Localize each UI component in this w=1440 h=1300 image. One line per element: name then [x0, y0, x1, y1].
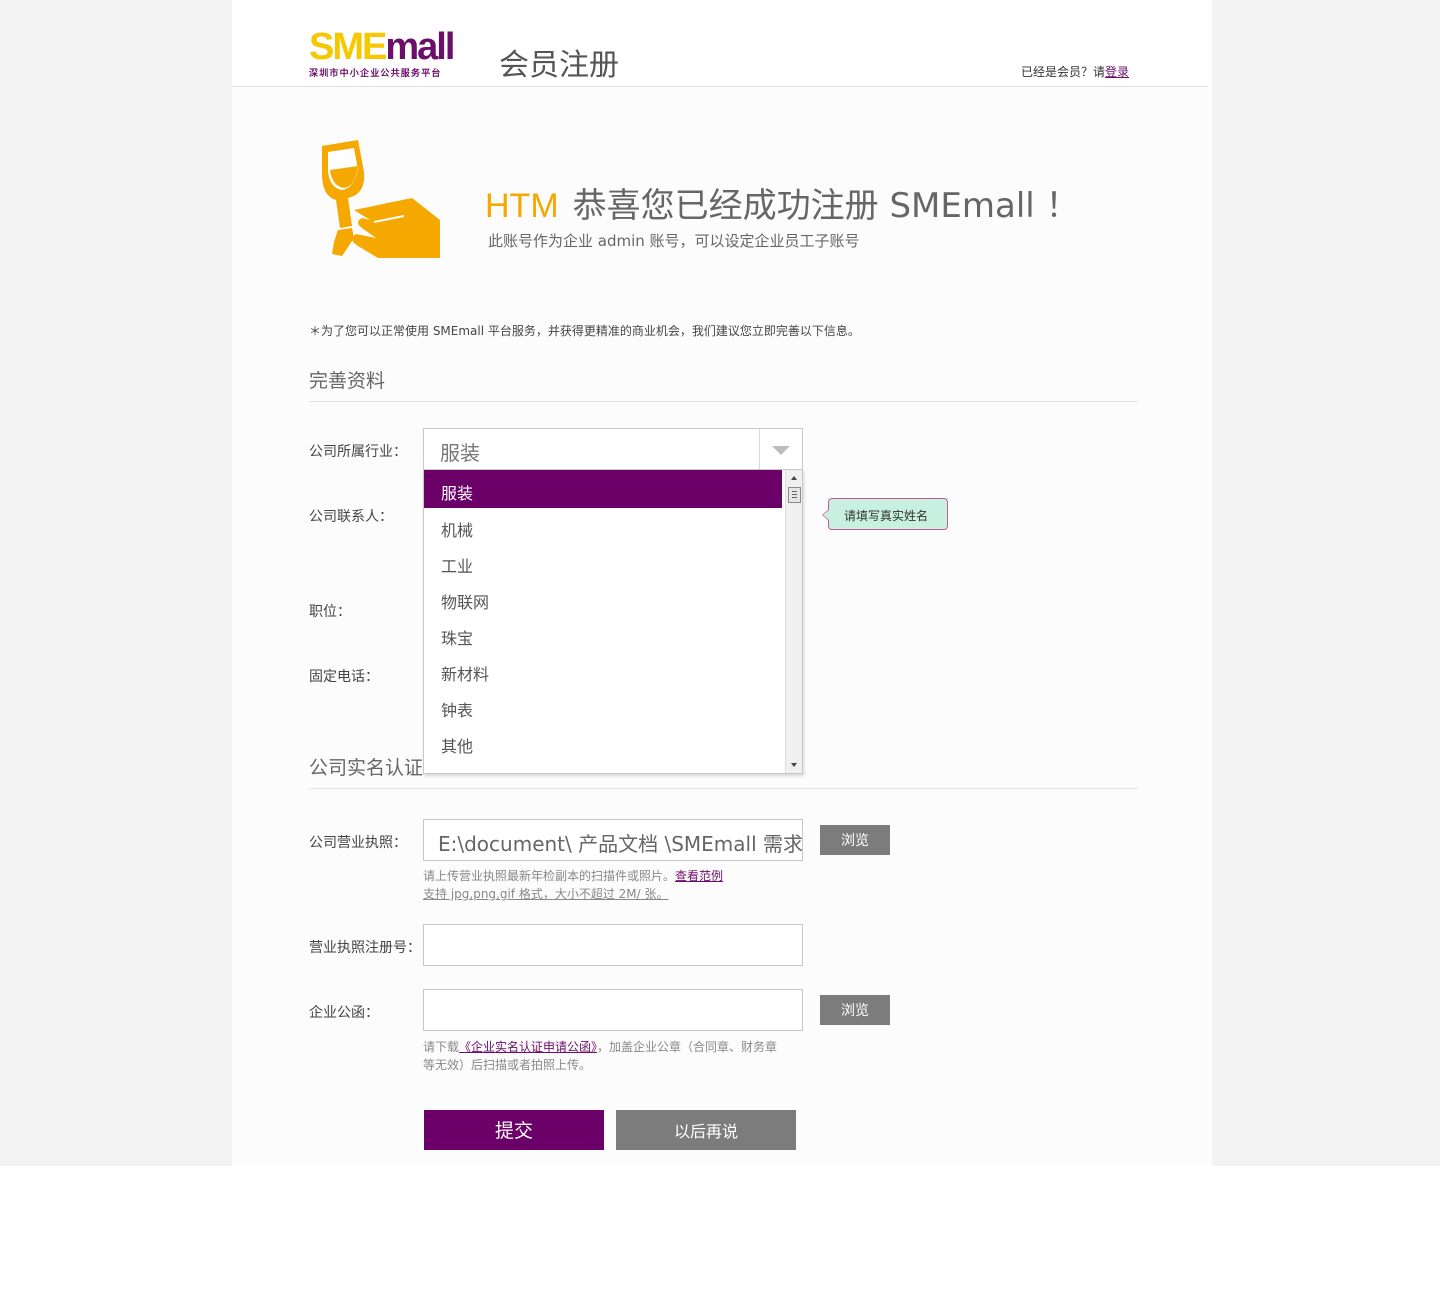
position-label: 职位： — [309, 604, 351, 620]
download-letter-link[interactable]: 《企业实名认证申请公函》 — [459, 1040, 597, 1054]
success-heading: HTM 恭喜您已经成功注册 SMEmall ！ — [485, 178, 1080, 227]
industry-option[interactable]: 珠宝 — [424, 616, 782, 652]
industry-select[interactable]: 服装 — [423, 428, 803, 470]
letter-hint: 请下载《企业实名认证申请公函》，加盖企业公章（合同章、财务章 等无效）后扫描或者… — [423, 1040, 778, 1072]
phone-label: 固定电话： — [309, 669, 379, 685]
industry-option[interactable]: 其他 — [424, 724, 782, 760]
section-divider — [309, 788, 1138, 789]
section-title-profile: 完善资料 — [309, 370, 386, 392]
license-file-input[interactable]: E:\document\ 产品文档 \SMEmall 需求 \ — [423, 819, 803, 861]
chevron-down-icon[interactable] — [772, 446, 790, 455]
industry-option[interactable]: 服装 — [424, 470, 782, 508]
later-button[interactable]: 以后再说 — [616, 1110, 796, 1150]
smemall-logo[interactable]: SMEmall 深圳市中小企业公共服务平台 — [309, 28, 469, 78]
license-file-path: E:\document\ 产品文档 \SMEmall 需求 \ — [438, 832, 803, 856]
success-message: 恭喜您已经成功注册 SMEmall ！ — [572, 186, 1080, 226]
tooltip-tail — [822, 509, 829, 521]
username: HTM — [485, 187, 559, 225]
section-title-verify: 公司实名认证 — [309, 757, 424, 779]
industry-option[interactable]: 钟表 — [424, 688, 782, 724]
submit-button[interactable]: 提交 — [424, 1110, 604, 1150]
success-subtext: 此账号作为企业 admin 账号，可以设定企业员工子账号 — [488, 232, 860, 250]
page-title: 会员注册 — [499, 48, 619, 83]
contact-label: 公司联系人： — [309, 509, 393, 525]
tooltip-text: 请填写真实姓名 — [844, 509, 929, 523]
industry-option[interactable]: 机械 — [424, 508, 782, 544]
logo-wordmark: SMEmall — [309, 26, 455, 68]
industry-label: 公司所属行业： — [309, 444, 407, 460]
industry-option[interactable]: 新材料 — [424, 652, 782, 688]
reg-no-label: 营业执照注册号： — [309, 940, 421, 956]
letter-browse-button[interactable]: 浏览 — [820, 995, 890, 1025]
industry-option[interactable]: 工业 — [424, 544, 782, 580]
registration-page: SMEmall 深圳市中小企业公共服务平台 会员注册 已经是会员？请登录 HTM… — [232, 0, 1212, 1166]
letter-label: 企业公函： — [309, 1005, 379, 1021]
login-prompt: 已经是会员？请登录 — [1021, 63, 1129, 80]
letter-file-input[interactable] — [423, 989, 803, 1031]
license-label: 公司营业执照： — [309, 835, 407, 851]
license-hint: 请上传营业执照最新年检副本的扫描件或照片。查看范例 支持 jpg,png,gif… — [423, 869, 724, 901]
select-separator — [759, 429, 760, 469]
celebration-icon — [322, 140, 440, 258]
license-format-hint: 支持 jpg,png,gif 格式，大小不超过 2M/ 张。 — [423, 887, 669, 901]
license-browse-button[interactable]: 浏览 — [820, 825, 890, 855]
contact-tooltip: 请填写真实姓名 — [822, 498, 948, 530]
dropdown-scrollbar[interactable] — [785, 470, 802, 773]
login-prompt-text: 已经是会员？请 — [1021, 65, 1106, 79]
section-divider — [309, 401, 1138, 402]
completion-notice: ＊为了您可以正常使用 SMEmall 平台服务，并获得更精准的商业机会，我们建议… — [309, 324, 860, 338]
scroll-up-arrow-icon[interactable] — [791, 476, 797, 480]
scroll-down-arrow-icon[interactable] — [791, 763, 797, 767]
reg-no-input[interactable] — [423, 924, 803, 966]
industry-option[interactable]: 物联网 — [424, 580, 782, 616]
view-example-link[interactable]: 查看范例 — [675, 869, 723, 883]
industry-dropdown-list[interactable]: 服装 机械 工业 物联网 珠宝 新材料 钟表 其他 — [423, 469, 803, 774]
industry-selected-value: 服装 — [440, 441, 480, 465]
login-link[interactable]: 登录 — [1105, 65, 1129, 79]
header: SMEmall 深圳市中小企业公共服务平台 会员注册 已经是会员？请登录 — [232, 0, 1208, 87]
scroll-thumb[interactable] — [788, 487, 801, 503]
